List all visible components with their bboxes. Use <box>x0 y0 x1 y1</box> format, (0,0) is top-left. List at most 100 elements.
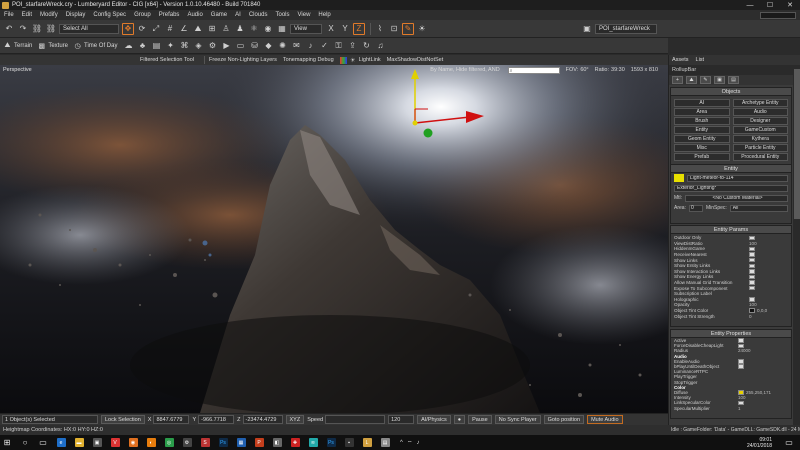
app-grey-icon[interactable]: ◧ <box>270 435 284 450</box>
param-checkbox[interactable] <box>749 285 755 291</box>
lighting-icon[interactable]: ✦ <box>164 40 176 52</box>
object-designer-button[interactable]: Designer <box>732 117 788 125</box>
redo-icon[interactable]: ↷ <box>17 23 29 35</box>
paint-brush-icon[interactable]: ✎ <box>402 22 414 35</box>
menu-prefabs[interactable]: Prefabs <box>159 12 180 18</box>
display-icon[interactable]: ▣ <box>714 76 725 84</box>
record-icon[interactable]: ● <box>453 415 466 424</box>
object-geom-entity-button[interactable]: Geom Entity <box>674 135 730 143</box>
perspective-label[interactable]: Perspective <box>3 67 32 73</box>
property-checkbox[interactable] <box>738 338 744 343</box>
filtered-selection-tool[interactable]: Filtered Selection Tool <box>140 57 194 63</box>
object-audio-button[interactable]: Audio <box>732 108 788 116</box>
menu-game[interactable]: Game <box>211 12 227 18</box>
object-brush-button[interactable]: Brush <box>674 117 730 125</box>
follow-terrain-icon[interactable]: ⛰ <box>192 23 204 35</box>
menu-view[interactable]: View <box>298 12 311 18</box>
property-value[interactable]: 1 <box>738 406 741 411</box>
notifications-icon[interactable]: ▭ <box>782 435 796 450</box>
object-gamecustom-button[interactable]: GameCustom <box>732 126 788 134</box>
menu-clouds[interactable]: Clouds <box>249 12 268 18</box>
align-icon[interactable]: ⊞ <box>206 23 218 35</box>
param-checkbox[interactable] <box>749 257 755 263</box>
tray-chevron-icon[interactable]: ^ <box>400 440 403 446</box>
entity-params-header[interactable]: Entity Params <box>671 226 791 234</box>
photoshop-icon[interactable]: Ps <box>216 435 230 450</box>
app-cyan-icon[interactable]: ≋ <box>306 435 320 450</box>
ratio-value[interactable]: 39:30 <box>611 67 625 73</box>
object-archetype-button[interactable]: Archetype Entity <box>732 99 788 107</box>
property-value[interactable]: 255,250,171 <box>746 390 771 395</box>
explorer-icon[interactable]: ▬ <box>72 435 86 450</box>
lock-icon[interactable]: ⚿ <box>332 40 344 52</box>
tonemapping-debug[interactable]: Tonemapping Debug <box>283 57 334 63</box>
sky-icon[interactable]: ☁ <box>122 40 134 52</box>
property-color-swatch[interactable] <box>738 390 744 395</box>
menu-audio[interactable]: Audio <box>187 12 202 18</box>
track-view-icon[interactable]: ▶ <box>220 40 232 52</box>
app-blue-icon[interactable]: ▦ <box>234 435 248 450</box>
app-red-icon[interactable]: ✚ <box>288 435 302 450</box>
terrain-button[interactable]: ⛰ Terrain <box>3 41 33 50</box>
param-value[interactable]: 100 <box>749 302 757 307</box>
character-icon[interactable]: ♙ <box>220 23 232 35</box>
lock-selection-button[interactable]: Lock Selection <box>101 415 145 424</box>
entity-header[interactable]: Entity <box>671 165 791 173</box>
param-checkbox[interactable] <box>749 263 755 269</box>
object-snap-icon[interactable]: ⊡ <box>388 23 400 35</box>
sun-icon[interactable]: ☀ <box>416 23 428 35</box>
3d-viewport[interactable] <box>0 65 668 413</box>
grid-icon[interactable]: ▦ <box>276 23 288 35</box>
axis-z-icon[interactable]: Z <box>353 22 365 35</box>
xyz-toggle[interactable]: XYZ <box>285 415 305 424</box>
export-icon[interactable]: ⇪ <box>346 40 358 52</box>
level-dropdown[interactable]: POI_starfareWreck <box>595 23 657 34</box>
app-dark-icon[interactable]: ▪ <box>342 435 356 450</box>
create-icon[interactable]: + <box>672 76 683 84</box>
no-sync-player-button[interactable]: No Sync Player <box>494 415 541 424</box>
view-dropdown[interactable]: View <box>290 23 322 34</box>
property-checkbox[interactable] <box>738 400 744 406</box>
script-icon[interactable]: ✉ <box>290 40 302 52</box>
menu-help[interactable]: Help <box>318 12 330 18</box>
refresh-icon[interactable]: ↻ <box>360 40 372 52</box>
link-icon[interactable]: ⛓ <box>31 23 43 35</box>
windows-start-icon[interactable]: ⊞ <box>0 435 14 450</box>
object-ai-button[interactable]: AI <box>674 99 730 107</box>
object-misc-button[interactable]: Misc <box>674 144 730 152</box>
undo-icon[interactable]: ↶ <box>3 23 15 35</box>
menu-tools[interactable]: Tools <box>276 12 290 18</box>
physics-icon[interactable]: ⚛ <box>248 23 260 35</box>
menu-edit[interactable]: Edit <box>22 12 32 18</box>
freeze-non-lighting-layers[interactable]: Freeze Non-Lighting Layers <box>209 57 277 63</box>
tab-assets[interactable]: Assets <box>672 57 689 63</box>
minspec-dropdown[interactable]: All <box>729 204 788 212</box>
network-icon[interactable]: ⌔ <box>407 439 413 447</box>
particle-icon[interactable]: ✺ <box>276 40 288 52</box>
blender-icon[interactable]: ◐ <box>144 435 158 450</box>
console-icon[interactable]: ▭ <box>234 40 246 52</box>
param-checkbox[interactable] <box>749 235 755 241</box>
search-taskbar-icon[interactable]: ○ <box>18 435 32 450</box>
entity-color-swatch[interactable] <box>674 174 684 182</box>
material-icon[interactable]: ◈ <box>192 40 204 52</box>
param-checkbox[interactable] <box>749 252 755 257</box>
substance-icon[interactable]: S <box>198 435 212 450</box>
audio-icon[interactable]: ♪ <box>304 40 316 52</box>
minimize-button[interactable]: — <box>740 0 760 10</box>
close-button[interactable]: ✕ <box>780 0 800 10</box>
lumberyard-icon[interactable]: L <box>360 435 374 450</box>
pause-button[interactable]: Pause <box>468 415 492 424</box>
param-checkbox[interactable] <box>749 274 755 280</box>
ai-physics-button[interactable]: AI/Physics <box>417 415 451 424</box>
terrain-snap-icon[interactable]: ⌇ <box>374 23 386 35</box>
param-value[interactable]: 0 <box>749 314 752 319</box>
taskbar-clock[interactable]: 09:01 24/01/2018 <box>747 437 772 449</box>
texture-button[interactable]: ▩ Texture <box>37 41 69 50</box>
entity-name-input[interactable]: Light-meteor-f8-114 <box>687 174 788 182</box>
object-area-button[interactable]: Area <box>674 108 730 116</box>
property-value[interactable]: 100 <box>738 395 746 400</box>
store-icon[interactable]: ▣ <box>90 435 104 450</box>
select-mode-dropdown[interactable]: Select All <box>59 23 119 34</box>
maxshadow-toggle[interactable]: MaxShadowDistNotSet <box>387 57 444 63</box>
